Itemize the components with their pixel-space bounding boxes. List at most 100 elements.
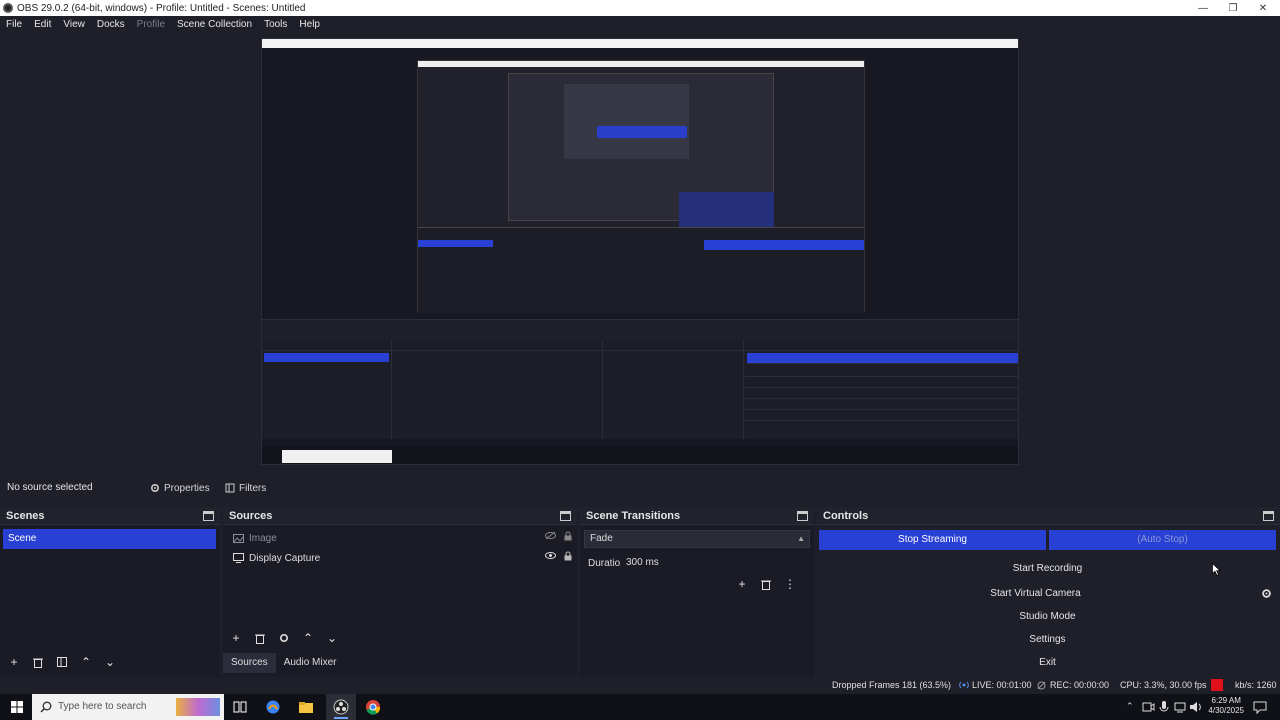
- lock-icon[interactable]: [564, 531, 572, 541]
- exit-button[interactable]: Exit: [819, 653, 1276, 673]
- move-scene-up-button[interactable]: ⌃: [76, 653, 96, 671]
- eye-icon[interactable]: [545, 551, 556, 560]
- plus-icon: +: [738, 577, 746, 591]
- preview-area: [0, 32, 1280, 470]
- stream-health-indicator: [1211, 679, 1223, 691]
- gear-icon: [1261, 589, 1271, 598]
- remove-scene-button[interactable]: [28, 653, 48, 671]
- remove-transition-button[interactable]: [756, 575, 776, 593]
- no-source-label: No source selected: [7, 482, 93, 493]
- windows-start-icon[interactable]: [9, 699, 25, 715]
- add-scene-button[interactable]: +: [4, 653, 24, 671]
- task-view-icon[interactable]: [232, 699, 248, 715]
- minimize-button[interactable]: —: [1188, 0, 1218, 16]
- chrome-icon[interactable]: [365, 699, 381, 715]
- preview-transitions-dock: [604, 341, 744, 439]
- source-properties-button[interactable]: [274, 629, 294, 647]
- filter-icon: [225, 483, 235, 493]
- scenes-dock: Scenes Scene + ⌃ ⌄: [0, 507, 220, 677]
- chevron-up-icon: ⌃: [302, 631, 314, 645]
- microphone-icon[interactable]: [1156, 699, 1172, 715]
- chevron-down-icon: ⌄: [104, 655, 116, 669]
- menu-edit[interactable]: Edit: [34, 19, 51, 30]
- start-virtual-camera-button[interactable]: Start Virtual Camera: [819, 584, 1252, 604]
- undock-icon[interactable]: [797, 510, 808, 521]
- tab-sources[interactable]: Sources: [223, 653, 276, 673]
- add-transition-button[interactable]: +: [732, 575, 752, 593]
- undock-icon[interactable]: [203, 510, 214, 521]
- controls-dock-header: Controls: [817, 507, 1280, 525]
- virtual-camera-settings-button[interactable]: [1256, 584, 1276, 604]
- gear-icon: [150, 483, 160, 493]
- eye-hidden-icon[interactable]: [545, 531, 556, 540]
- notification-icon[interactable]: [1252, 699, 1268, 715]
- sources-dock: Sources Image Display Capture + ⌃ ⌄ Sour…: [223, 507, 577, 677]
- file-explorer-icon[interactable]: [298, 699, 314, 715]
- settings-button[interactable]: Settings: [819, 630, 1276, 650]
- monitor-icon: [233, 553, 244, 563]
- menu-help[interactable]: Help: [299, 19, 320, 30]
- start-recording-button[interactable]: Start Recording: [819, 559, 1276, 579]
- source-row-image[interactable]: Image: [223, 528, 577, 548]
- system-clock[interactable]: 6:29 AM 4/30/2025: [1208, 696, 1244, 716]
- transition-select[interactable]: Fade ▲: [584, 530, 810, 548]
- source-context-bar: No source selected Properties Filters: [0, 477, 1280, 499]
- plus-icon: +: [10, 655, 18, 669]
- close-button[interactable]: ✕: [1248, 0, 1278, 16]
- preview-nested-capture: [417, 60, 865, 313]
- obs-taskbar-button[interactable]: [326, 694, 356, 720]
- obs-app-icon: [333, 699, 349, 715]
- menu-docks[interactable]: Docks: [97, 19, 125, 30]
- network-icon[interactable]: [1172, 699, 1188, 715]
- tray-overflow-icon[interactable]: ⌃: [1126, 701, 1134, 712]
- undock-icon[interactable]: [1263, 510, 1274, 521]
- stop-streaming-button[interactable]: Stop Streaming: [819, 530, 1046, 550]
- preview-captured-titlebar: [262, 39, 1018, 48]
- trash-icon: [33, 658, 43, 668]
- program-preview[interactable]: [261, 38, 1019, 465]
- meet-now-icon[interactable]: [1140, 699, 1156, 715]
- scene-filters-button[interactable]: [52, 653, 72, 671]
- windows-taskbar: Type here to search ⌃ 6:29 AM 4/30/2025: [0, 694, 1280, 720]
- tab-audio-mixer[interactable]: Audio Mixer: [276, 653, 345, 673]
- trash-icon: [761, 580, 771, 590]
- auto-stop-button[interactable]: (Auto Stop): [1049, 530, 1276, 550]
- chevron-down-icon: ⌄: [326, 631, 338, 645]
- transition-menu-button[interactable]: ⋮: [780, 575, 800, 593]
- remove-source-button[interactable]: [250, 629, 270, 647]
- menu-file[interactable]: File: [6, 19, 22, 30]
- menu-profile[interactable]: Profile: [137, 19, 165, 30]
- undock-icon[interactable]: [560, 510, 571, 521]
- properties-button[interactable]: Properties: [150, 479, 210, 497]
- menu-tools[interactable]: Tools: [264, 19, 287, 30]
- restore-icon: ❐: [1228, 2, 1238, 14]
- move-source-down-button[interactable]: ⌄: [322, 629, 342, 647]
- sources-list: Image Display Capture + ⌃ ⌄ Sources Audi…: [223, 526, 577, 677]
- live-time: LIVE: 00:01:00: [972, 680, 1032, 690]
- studio-mode-button[interactable]: Studio Mode: [819, 607, 1276, 627]
- rec-time: REC: 00:00:00: [1050, 680, 1110, 690]
- menu-scene-collection[interactable]: Scene Collection: [177, 19, 252, 30]
- scene-transitions-dock: Scene Transitions Fade ▲ Duration 300 ms…: [580, 507, 814, 677]
- duration-spinbox[interactable]: 300 ms: [620, 554, 810, 572]
- transitions-title: Scene Transitions: [586, 509, 681, 522]
- clock-time: 6:29 AM: [1211, 696, 1241, 705]
- window-titlebar: OBS 29.0.2 (64-bit, windows) - Profile: …: [0, 0, 1280, 16]
- more-vertical-icon: ⋮: [784, 577, 796, 591]
- lock-icon[interactable]: [564, 551, 572, 561]
- filters-button[interactable]: Filters: [225, 479, 266, 497]
- sources-toolbar: + ⌃ ⌄: [226, 629, 342, 647]
- add-source-button[interactable]: +: [226, 629, 246, 647]
- close-icon: ✕: [1258, 2, 1268, 14]
- menu-view[interactable]: View: [63, 19, 85, 30]
- move-scene-down-button[interactable]: ⌄: [100, 653, 120, 671]
- copilot-icon[interactable]: [265, 699, 281, 715]
- source-row-display-capture[interactable]: Display Capture: [223, 548, 577, 568]
- move-source-up-button[interactable]: ⌃: [298, 629, 318, 647]
- preview-captured-menu: [262, 48, 1018, 57]
- volume-icon[interactable]: [1188, 699, 1204, 715]
- scenes-list: Scene + ⌃ ⌄: [0, 526, 220, 677]
- restore-button[interactable]: ❐: [1218, 0, 1248, 16]
- preview-controls-dock: [745, 341, 1018, 439]
- scene-item[interactable]: Scene: [3, 529, 216, 549]
